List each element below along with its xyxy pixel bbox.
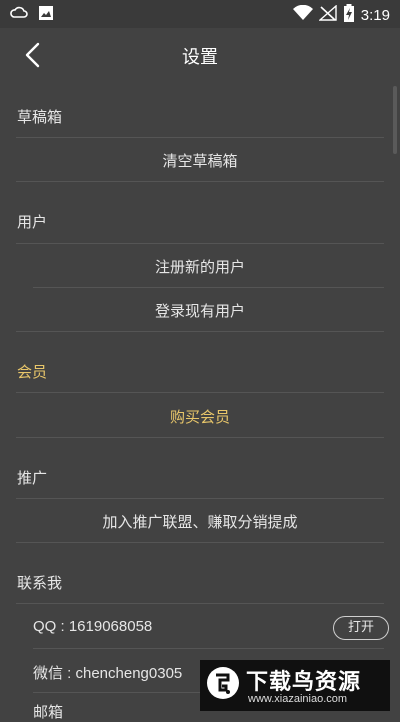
image-icon <box>38 5 54 25</box>
section-header-drafts: 草稿箱 <box>17 108 63 126</box>
divider <box>16 331 384 332</box>
watermark-title: 下载鸟资源 <box>246 670 362 695</box>
contact-qq: QQ : 1619068058 <box>33 618 153 635</box>
no-signal-icon <box>317 4 337 25</box>
bird-logo-icon <box>206 666 240 700</box>
cloud-icon <box>10 5 28 25</box>
status-bar: 3:19 <box>0 0 400 28</box>
login-user-button[interactable]: 登录现有用户 <box>16 300 384 321</box>
battery-charging-icon <box>343 4 355 26</box>
contact-email: 邮箱 <box>33 704 64 721</box>
divider <box>16 137 384 138</box>
join-affiliate-button[interactable]: 加入推广联盟、赚取分销提成 <box>16 511 384 532</box>
scrollbar-thumb[interactable] <box>393 86 397 154</box>
buy-membership-button[interactable]: 购买会员 <box>16 406 384 427</box>
divider <box>16 603 384 604</box>
wifi-icon <box>292 4 313 25</box>
section-header-membership: 会员 <box>17 363 48 381</box>
status-time: 3:19 <box>360 6 390 24</box>
watermark: 下载鸟资源 www.xiazainiao.com <box>200 660 390 711</box>
divider <box>16 498 384 499</box>
page-title: 设置 <box>182 47 218 68</box>
register-user-button[interactable]: 注册新的用户 <box>16 256 384 277</box>
title-bar: 设置 <box>0 28 400 82</box>
section-header-user: 用户 <box>17 213 48 231</box>
divider <box>33 648 384 649</box>
open-qq-button[interactable]: 打开 <box>333 616 389 640</box>
section-header-promotion: 推广 <box>17 469 48 487</box>
contact-wechat: 微信 : chencheng0305 <box>33 665 183 682</box>
divider <box>16 542 384 543</box>
clear-drafts-button[interactable]: 清空草稿箱 <box>16 150 384 171</box>
divider <box>16 243 384 244</box>
divider <box>16 392 384 393</box>
divider <box>16 181 384 182</box>
divider <box>16 437 384 438</box>
watermark-url: www.xiazainiao.com <box>248 693 348 705</box>
section-header-contact: 联系我 <box>17 574 63 592</box>
divider <box>33 287 384 288</box>
